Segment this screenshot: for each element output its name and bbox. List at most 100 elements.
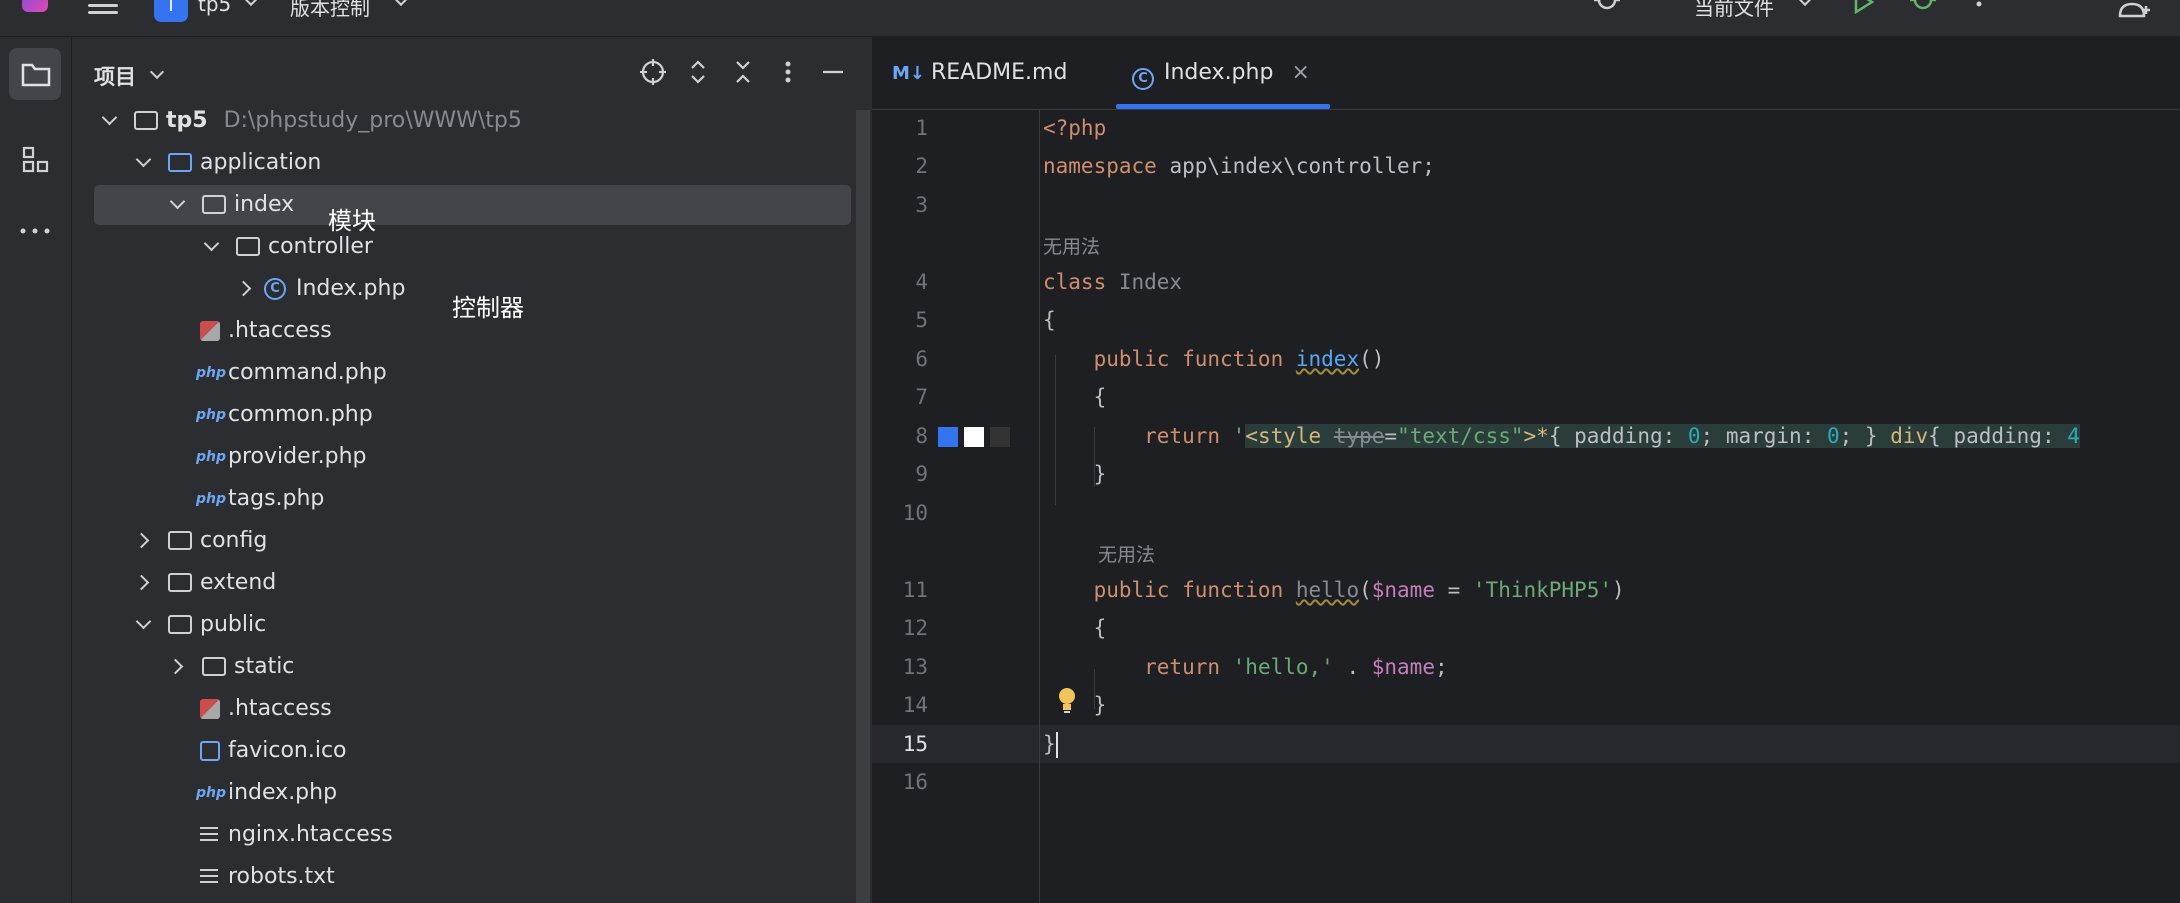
code-line[interactable]: { — [1043, 308, 1056, 332]
line-number: 1 — [915, 116, 928, 140]
line-number: 6 — [915, 347, 928, 371]
tree-item-provider-php[interactable]: php provider.php — [94, 437, 854, 477]
main-menu-icon[interactable] — [88, 0, 118, 22]
app-logo-icon[interactable] — [22, 0, 48, 12]
line-number: 13 — [902, 655, 928, 679]
run-icon[interactable] — [1852, 0, 1876, 14]
code-line[interactable]: } — [1043, 693, 1107, 717]
chevron-down-icon[interactable] — [203, 235, 220, 252]
code-line[interactable]: public function hello($name = 'ThinkPHP5… — [1043, 578, 1625, 602]
chevron-right-icon[interactable] — [235, 280, 252, 297]
tree-item-label: index — [234, 192, 295, 217]
chevron-down-icon[interactable] — [1797, 0, 1813, 7]
code-line[interactable]: <?php — [1043, 116, 1106, 140]
close-icon[interactable]: × — [1291, 60, 1309, 85]
tree-item-robots-txt[interactable]: robots.txt — [94, 857, 854, 897]
htaccess-icon — [200, 699, 220, 719]
code-line[interactable]: } — [1043, 462, 1107, 486]
tree-item-public-htaccess[interactable]: .htaccess — [94, 689, 854, 729]
line-number: 16 — [902, 770, 928, 794]
code-text: ( — [1359, 578, 1372, 602]
debug-icon[interactable] — [1908, 0, 1938, 16]
tree-item-tp5[interactable]: tp5 D:\phpstudy_pro\WWW\tp5 — [94, 101, 854, 141]
chevron-right-icon[interactable] — [133, 574, 150, 591]
php-file-icon: php — [196, 449, 227, 465]
usage-hint[interactable]: 无用法 — [1098, 540, 1155, 567]
bug-icon[interactable] — [1592, 0, 1622, 16]
panel-scrollbar[interactable] — [856, 110, 870, 903]
structure-icon — [22, 146, 49, 173]
chevron-down-icon[interactable] — [101, 109, 118, 126]
color-swatch-icon[interactable] — [990, 427, 1010, 447]
options-icon[interactable] — [773, 57, 803, 87]
project-badge[interactable]: T — [154, 0, 188, 22]
line-number: 15 — [902, 732, 928, 756]
code-line[interactable]: public function index() — [1043, 347, 1385, 371]
tree-item-favicon[interactable]: favicon.ico — [94, 731, 854, 771]
code-line[interactable]: { — [1043, 616, 1107, 640]
tree-item-index[interactable]: index — [94, 185, 851, 225]
more-tools-button[interactable] — [9, 204, 61, 256]
tree-item-extend[interactable]: extend — [94, 563, 854, 603]
tree-item-tags-php[interactable]: php tags.php — [94, 479, 854, 519]
tree-item-label: tags.php — [228, 486, 325, 511]
run-config-selector[interactable]: 当前文件 — [1694, 0, 1774, 21]
chevron-right-icon[interactable] — [133, 532, 150, 549]
project-tool-button[interactable] — [9, 48, 61, 100]
code-function-name: index — [1295, 347, 1360, 371]
tree-item-static[interactable]: static — [94, 647, 854, 687]
php-file-icon: php — [196, 491, 227, 507]
tree-item-config[interactable]: config — [94, 521, 854, 561]
chevron-down-icon[interactable] — [149, 64, 165, 80]
more-vertical-icon[interactable] — [1974, 0, 1984, 16]
code-line[interactable]: { — [1043, 385, 1107, 409]
code-line[interactable]: return '<style type="text/css">*{ paddin… — [1043, 424, 2080, 448]
line-number: 10 — [902, 501, 928, 525]
line-number: 8 — [915, 424, 928, 448]
chevron-down-icon[interactable] — [393, 0, 409, 7]
hide-panel-icon[interactable] — [818, 57, 848, 87]
chevron-down-icon[interactable] — [169, 193, 186, 210]
tree-item-controller[interactable]: controller — [94, 227, 854, 267]
folder-icon — [168, 573, 192, 592]
tree-item-nginx-htaccess[interactable]: nginx.htaccess — [94, 815, 854, 855]
tree-item-label: application — [200, 150, 322, 175]
code-line[interactable]: namespace app\index\controller; — [1043, 154, 1435, 178]
project-name[interactable]: tp5 — [198, 0, 231, 16]
tab-label: Index.php — [1164, 60, 1274, 85]
chevron-right-icon[interactable] — [167, 658, 184, 675]
panel-title[interactable]: 项目 — [94, 61, 136, 91]
active-tab-indicator — [1116, 104, 1330, 109]
collapse-all-icon[interactable] — [728, 57, 758, 87]
line-number: 2 — [915, 154, 928, 178]
vcs-menu[interactable]: 版本控制 — [290, 0, 370, 21]
code-keyword: return — [1043, 424, 1233, 448]
expand-all-icon[interactable] — [683, 57, 713, 87]
code-line[interactable]: } — [1043, 732, 1058, 758]
project-path: D:\phpstudy_pro\WWW\tp5 — [223, 108, 522, 133]
color-swatch-icon[interactable] — [964, 427, 984, 447]
tree-item-public[interactable]: public — [94, 605, 854, 645]
tree-item-command-php[interactable]: php command.php — [94, 353, 854, 393]
structure-tool-button[interactable] — [9, 134, 61, 186]
color-swatch-icon[interactable] — [938, 427, 958, 447]
image-file-icon — [200, 741, 220, 761]
tab-readme[interactable]: M↓ README.md — [892, 37, 1067, 109]
code-string: "text/css" — [1397, 424, 1524, 448]
line-number: 9 — [915, 462, 928, 486]
add-user-icon[interactable] — [2118, 0, 2152, 20]
php-file-icon: php — [196, 365, 227, 381]
tree-item-public-index-php[interactable]: php index.php — [94, 773, 854, 813]
chevron-down-icon[interactable] — [243, 0, 259, 7]
code-editor[interactable]: M↓ README.md C Index.php × 1 2 3 4 5 6 7 8 … — [872, 37, 2180, 903]
tree-item-application[interactable]: application — [94, 143, 854, 183]
usage-hint[interactable]: 无用法 — [1043, 232, 1100, 259]
tree-item-common-php[interactable]: php common.php — [94, 395, 854, 435]
code-text: () — [1359, 347, 1385, 371]
chevron-down-icon[interactable] — [135, 151, 152, 168]
chevron-down-icon[interactable] — [135, 613, 152, 630]
code-line[interactable]: class Index — [1043, 270, 1182, 294]
code-line[interactable]: return 'hello,' . $name; — [1043, 655, 1447, 679]
locate-file-icon[interactable] — [638, 57, 668, 87]
tab-index-php[interactable]: C Index.php × — [1116, 37, 1330, 109]
